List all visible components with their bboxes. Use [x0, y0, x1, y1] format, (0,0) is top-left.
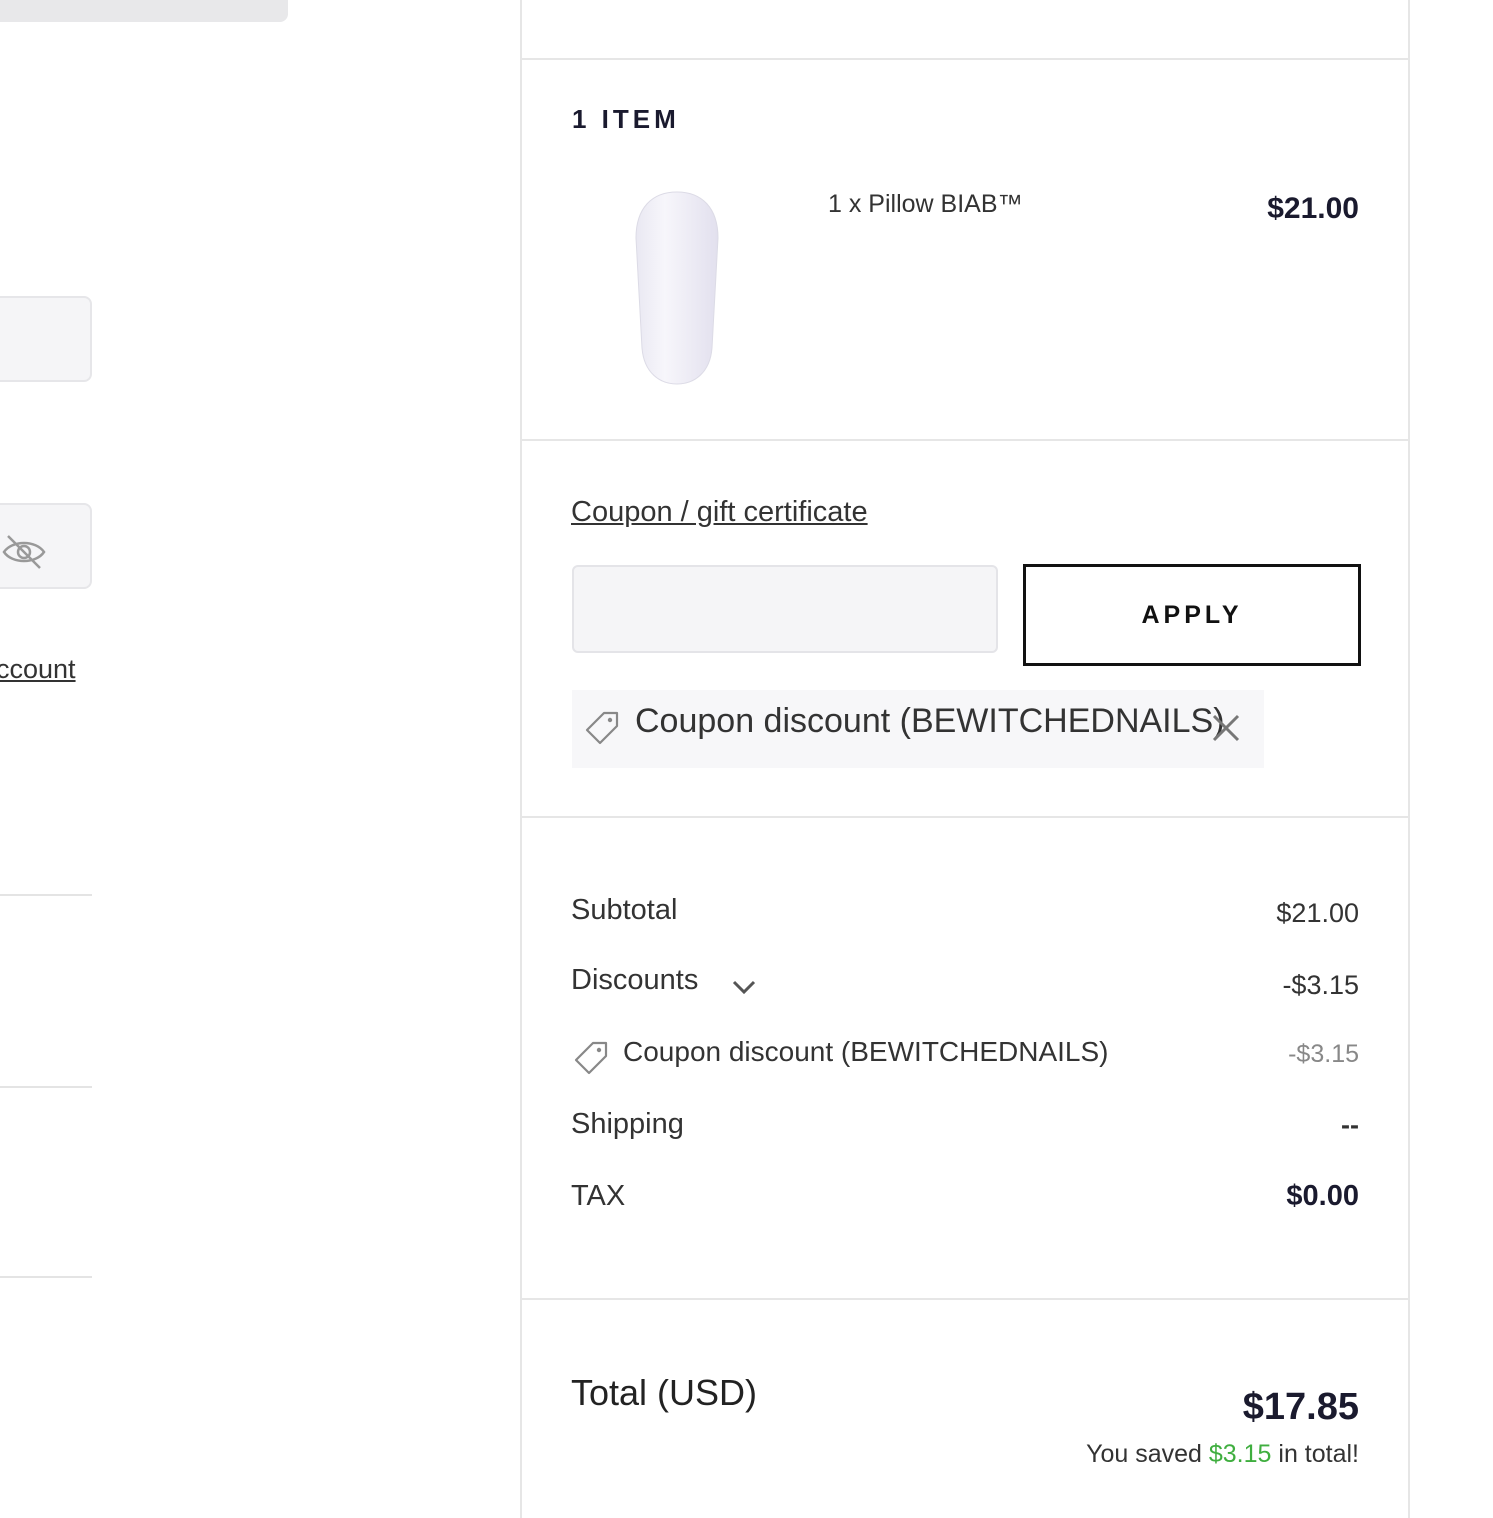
- tag-icon: [585, 711, 619, 745]
- left-divider: [0, 894, 92, 896]
- discounts-value: -$3.15: [1282, 970, 1359, 1000]
- product-name[interactable]: 1 x Pillow BIAB™: [828, 190, 1023, 219]
- savings-note: You saved $3.15 in total!: [1086, 1440, 1359, 1469]
- applied-coupon-label: Coupon discount (BEWITCHEDNAILS): [635, 702, 1225, 740]
- items-count-heading: 1 ITEM: [572, 104, 680, 134]
- left-divider: [0, 1276, 92, 1278]
- tax-label: TAX: [571, 1180, 626, 1212]
- coupon-toggle-link[interactable]: Coupon / gift certificate: [571, 496, 868, 529]
- discounts-toggle[interactable]: Discounts: [571, 964, 698, 997]
- summary-divider: [520, 816, 1410, 818]
- eye-slash-icon[interactable]: [2, 532, 46, 572]
- product-price: $21.00: [1267, 192, 1359, 225]
- account-link[interactable]: ccount: [0, 654, 76, 685]
- left-top-bar: [0, 0, 288, 22]
- shipping-label: Shipping: [571, 1108, 684, 1140]
- coupon-discount-value: -$3.15: [1288, 1040, 1359, 1068]
- apply-coupon-button[interactable]: APPLY: [1023, 564, 1361, 666]
- savings-suffix: in total!: [1278, 1440, 1359, 1468]
- subtotal-value: $21.00: [1276, 898, 1359, 928]
- applied-coupon-chip: Coupon discount (BEWITCHEDNAILS): [572, 690, 1264, 768]
- coupon-discount-label: Coupon discount (BEWITCHEDNAILS): [623, 1036, 1109, 1067]
- tag-icon: [574, 1041, 608, 1075]
- close-icon[interactable]: [1208, 710, 1244, 746]
- coupon-code-input[interactable]: [572, 565, 998, 653]
- product-image[interactable]: [632, 188, 722, 388]
- tax-value: $0.00: [1286, 1180, 1359, 1212]
- subtotal-label: Subtotal: [571, 894, 678, 926]
- chevron-down-icon[interactable]: [730, 974, 758, 998]
- total-value: $17.85: [1242, 1386, 1359, 1428]
- savings-amount: $3.15: [1208, 1440, 1272, 1468]
- summary-divider: [520, 439, 1410, 441]
- summary-divider: [520, 1298, 1410, 1300]
- left-divider: [0, 1086, 92, 1088]
- left-text-field[interactable]: [0, 296, 92, 382]
- total-label: Total (USD): [571, 1372, 758, 1413]
- summary-divider: [520, 58, 1410, 60]
- shipping-value: --: [1341, 1110, 1359, 1140]
- savings-prefix: You saved: [1086, 1440, 1202, 1468]
